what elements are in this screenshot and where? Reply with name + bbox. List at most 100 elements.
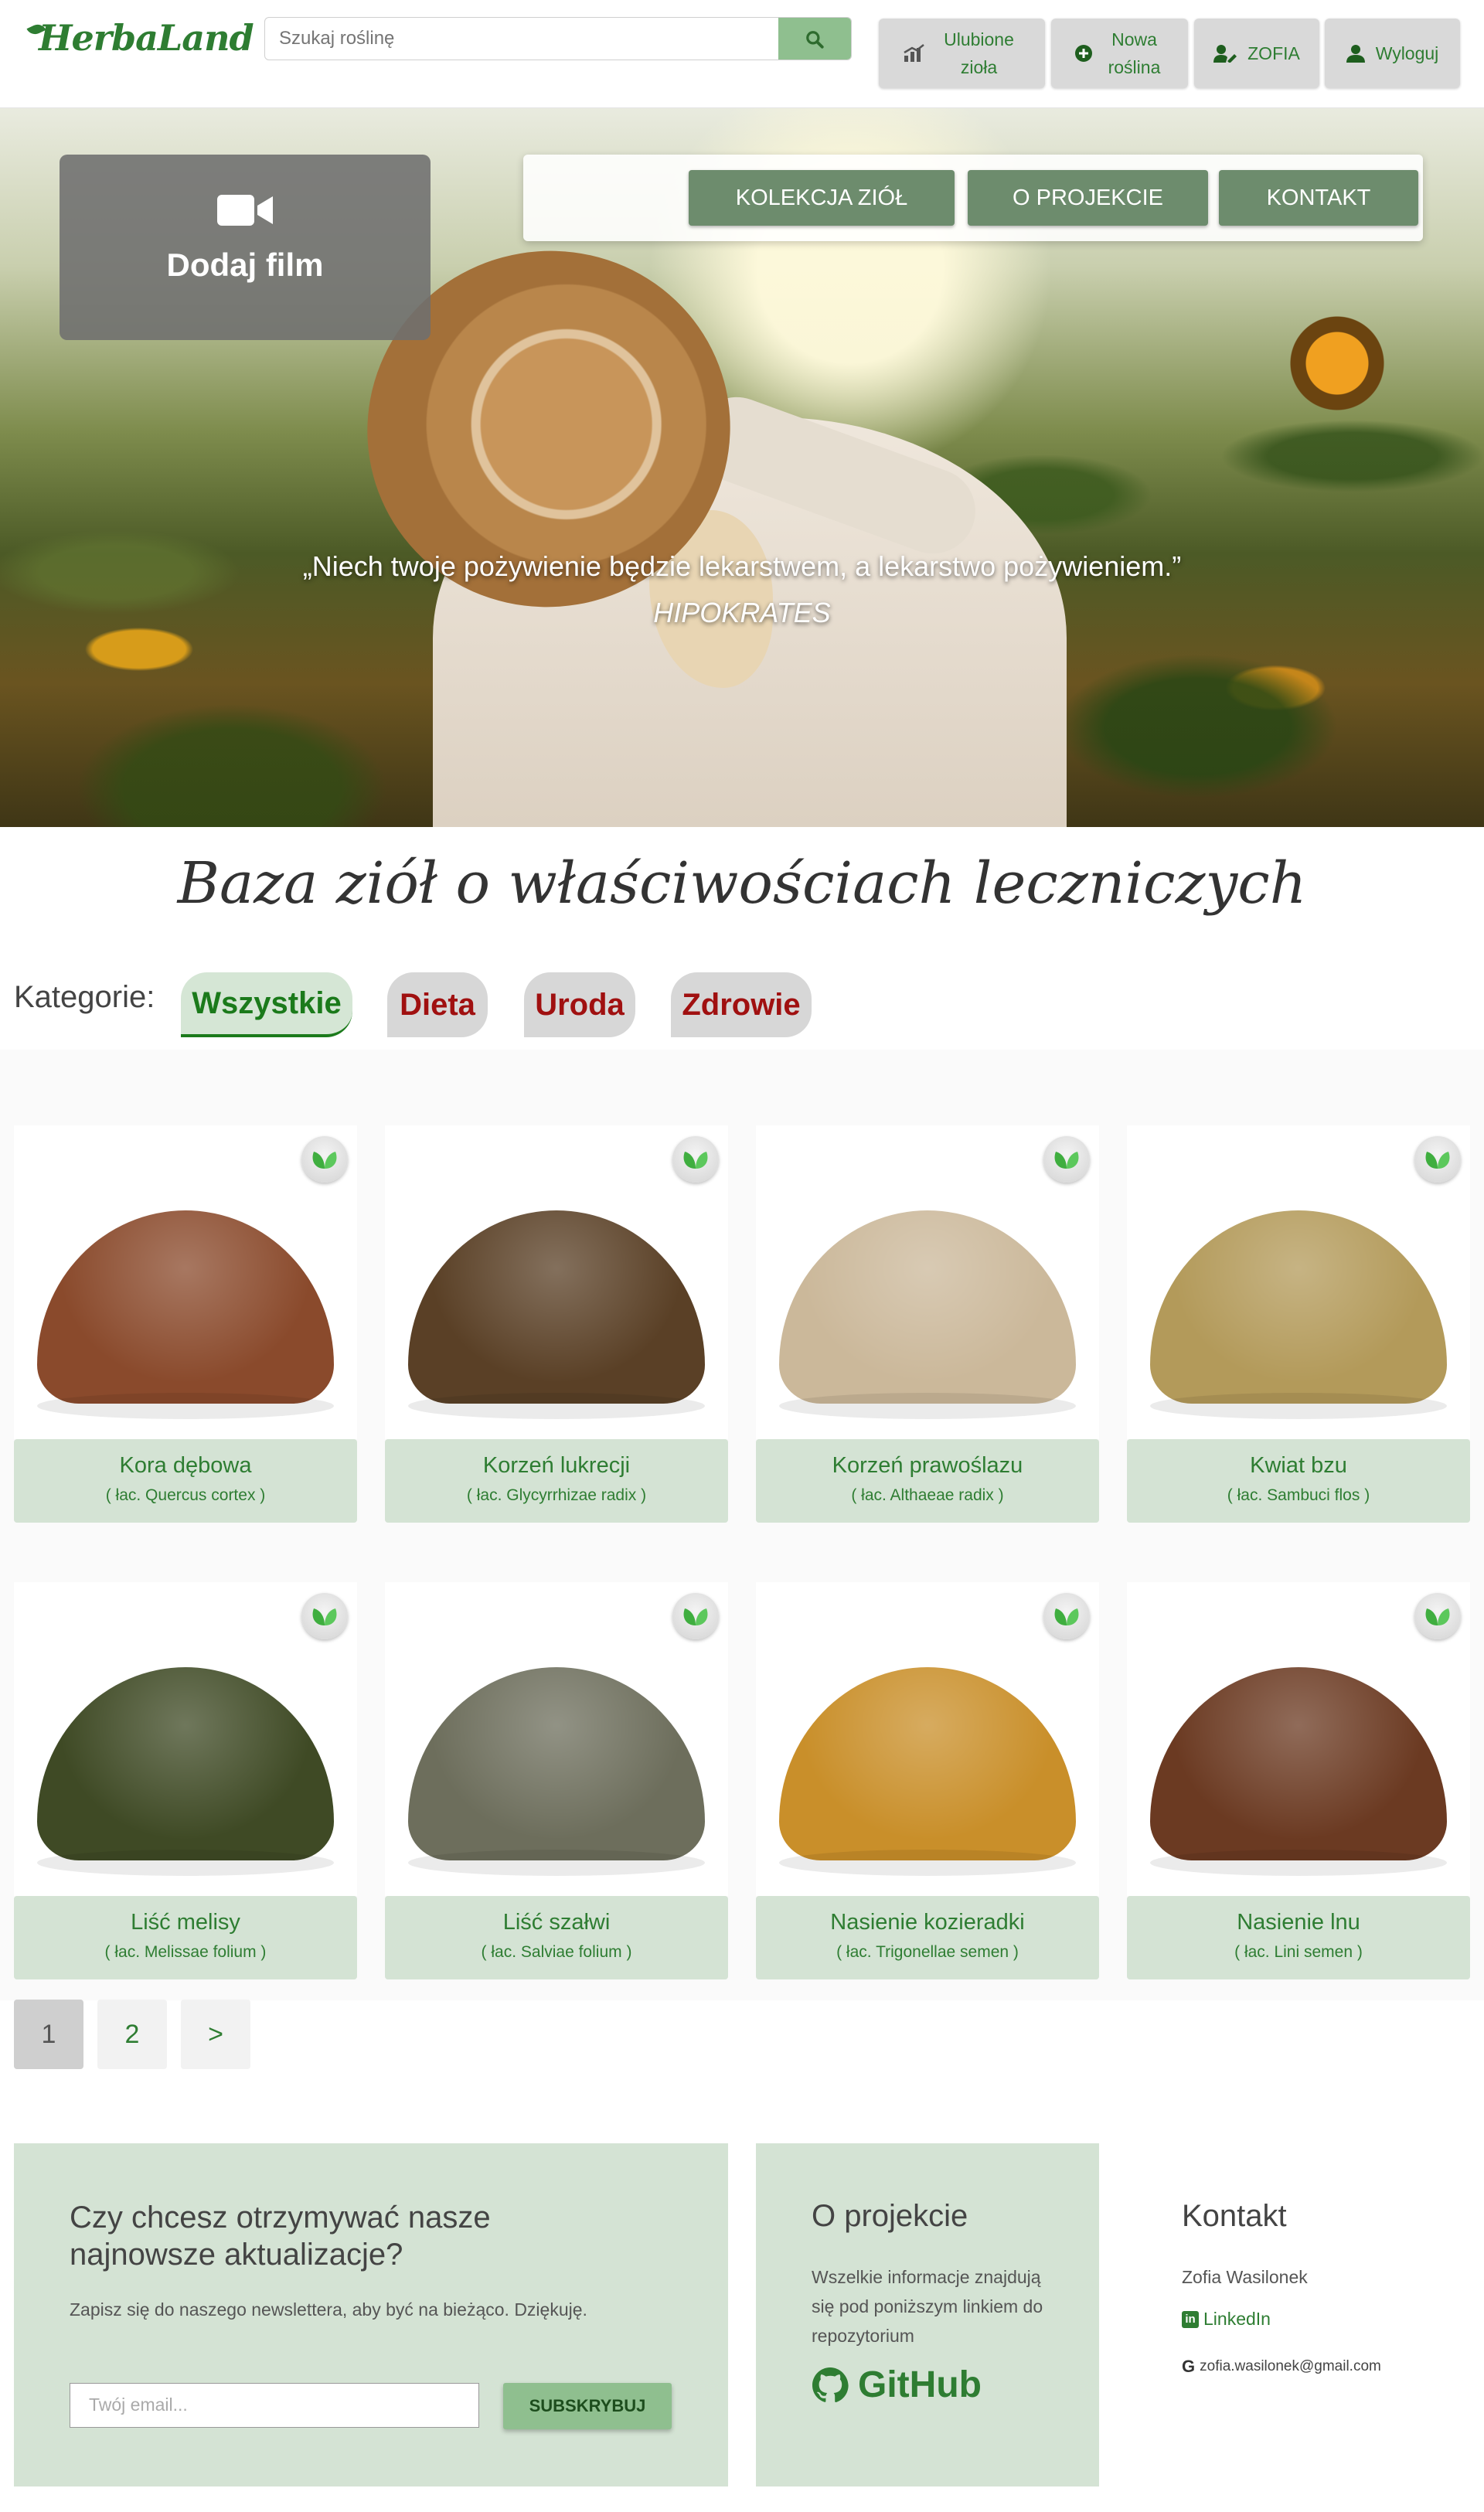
plant-image[interactable] xyxy=(1127,1582,1470,1896)
favorite-leaf-button[interactable] xyxy=(1043,1136,1090,1183)
favorite-leaf-button[interactable] xyxy=(672,1136,719,1183)
plant-info[interactable]: Kwiat bzu ( łac. Sambuci flos ) xyxy=(1127,1439,1470,1523)
search-box xyxy=(264,17,852,60)
leaf-icon xyxy=(1054,1608,1079,1625)
search-icon xyxy=(806,31,824,49)
github-icon xyxy=(812,2367,849,2402)
favorite-leaf-button[interactable] xyxy=(301,1136,348,1183)
github-link[interactable]: GitHub xyxy=(812,2364,982,2406)
hero-quote: „Niech twoje pożywienie będzie lekarstwe… xyxy=(302,550,1182,582)
hero-quote-author: HIPOKRATES xyxy=(653,597,831,628)
search-input[interactable] xyxy=(265,18,775,60)
favorite-leaf-button[interactable] xyxy=(1043,1593,1090,1639)
plant-latin-name: ( łac. Salviae folium ) xyxy=(481,1943,632,1961)
linkedin-icon: in xyxy=(1182,2310,1199,2328)
plant-name: Korzeń lukrecji xyxy=(482,1453,631,1478)
user-label: ZOFIA xyxy=(1247,43,1300,63)
chart-icon xyxy=(903,44,924,62)
plant-card[interactable]: Liść szałwi ( łac. Salviae folium ) xyxy=(385,1582,728,1979)
plant-image[interactable] xyxy=(385,1125,728,1439)
plant-card[interactable]: Nasienie lnu ( łac. Lini semen ) xyxy=(1127,1582,1470,1979)
plant-image[interactable] xyxy=(385,1582,728,1896)
leaf-icon xyxy=(312,1608,337,1625)
plant-name: Korzeń prawoślazu xyxy=(832,1453,1023,1478)
page-2-button[interactable]: 2 xyxy=(97,2000,167,2069)
plant-latin-name: ( łac. Lini semen ) xyxy=(1234,1943,1363,1961)
category-health[interactable]: Zdrowie xyxy=(671,972,812,1037)
plant-latin-name: ( łac. Glycyrrhizae radix ) xyxy=(466,1486,647,1504)
plant-image[interactable] xyxy=(14,1582,357,1896)
leaf-icon xyxy=(1425,1152,1450,1169)
plant-card[interactable]: Nasienie kozieradki ( łac. Trigonellae se… xyxy=(756,1582,1099,1979)
new-plant-button[interactable]: Nowa roślina xyxy=(1051,19,1188,88)
herb-heap-image xyxy=(408,1210,705,1419)
plus-circle-icon xyxy=(1074,45,1092,62)
nav-contact[interactable]: KONTAKT xyxy=(1219,170,1418,226)
plant-name: Kora dębowa xyxy=(119,1453,252,1478)
nav-about-project[interactable]: O PROJEKCIE xyxy=(968,170,1208,226)
plant-info[interactable]: Korzeń prawoślazu ( łac. Althaeae radix ) xyxy=(756,1439,1099,1523)
linkedin-link[interactable]: in LinkedIn xyxy=(1182,2309,1271,2330)
favorite-leaf-button[interactable] xyxy=(1414,1593,1461,1639)
category-all[interactable]: Wszystkie xyxy=(181,972,352,1037)
leaf-icon xyxy=(1425,1608,1450,1625)
logout-button[interactable]: Wyloguj xyxy=(1325,19,1460,88)
search-button[interactable] xyxy=(778,18,851,60)
nav-herb-collection[interactable]: KOLEKCJA ZIÓŁ xyxy=(689,170,955,226)
add-video-button[interactable]: Dodaj film xyxy=(60,155,431,340)
plant-latin-name: ( łac. Trigonellae semen ) xyxy=(836,1943,1019,1961)
about-text: Wszelkie informacje znajdują się pod pon… xyxy=(812,2267,1043,2346)
plant-card[interactable]: Korzeń prawoślazu ( łac. Althaeae radix ) xyxy=(756,1125,1099,1523)
plant-image[interactable] xyxy=(756,1582,1099,1896)
plant-image[interactable] xyxy=(756,1125,1099,1439)
next-page-button[interactable]: > xyxy=(181,2000,250,2069)
categories-label: Kategorie: xyxy=(14,980,155,1014)
favorite-leaf-button[interactable] xyxy=(672,1593,719,1639)
category-beauty[interactable]: Uroda xyxy=(524,972,635,1037)
contact-section: Kontakt Zofia Wasilonek in LinkedIn Gzofi… xyxy=(1126,2143,1466,2486)
plant-latin-name: ( łac. Melissae folium ) xyxy=(104,1943,267,1961)
favorite-leaf-button[interactable] xyxy=(301,1593,348,1639)
linkedin-label: LinkedIn xyxy=(1203,2309,1271,2329)
email-field[interactable]: Twój email... xyxy=(70,2383,479,2428)
plant-card[interactable]: Korzeń lukrecji ( łac. Glycyrrhizae radix… xyxy=(385,1125,728,1523)
add-video-label: Dodaj film xyxy=(166,247,324,283)
herb-heap-image xyxy=(1150,1667,1447,1876)
plant-info[interactable]: Liść szałwi ( łac. Salviae folium ) xyxy=(385,1896,728,1979)
plant-card[interactable]: Kwiat bzu ( łac. Sambuci flos ) xyxy=(1127,1125,1470,1523)
user-edit-icon xyxy=(1213,45,1237,63)
plant-image[interactable] xyxy=(1127,1125,1470,1439)
logo[interactable]: HerbaLand xyxy=(26,17,254,59)
email-link[interactable]: Gzofia.wasilonek@gmail.com xyxy=(1182,2357,1381,2377)
herb-heap-image xyxy=(1150,1210,1447,1419)
plant-image[interactable] xyxy=(14,1125,357,1439)
contact-title: Kontakt xyxy=(1182,2199,1287,2233)
user-icon xyxy=(1346,45,1365,63)
favorite-leaf-button[interactable] xyxy=(1414,1136,1461,1183)
plant-card[interactable]: Liść melisy ( łac. Melissae folium ) xyxy=(14,1582,357,1979)
logout-label: Wyloguj xyxy=(1375,43,1439,63)
plant-latin-name: ( łac. Quercus cortex ) xyxy=(105,1486,266,1504)
plant-card[interactable]: Kora dębowa ( łac. Quercus cortex ) xyxy=(14,1125,357,1523)
plant-name: Kwiat bzu xyxy=(1250,1453,1347,1478)
email-address: zofia.wasilonek@gmail.com xyxy=(1200,2358,1381,2374)
plant-name: Liść szałwi xyxy=(502,1910,611,1935)
favorites-label: Ulubione zioła xyxy=(944,29,1014,77)
category-diet[interactable]: Dieta xyxy=(387,972,488,1037)
plant-info[interactable]: Nasienie lnu ( łac. Lini semen ) xyxy=(1127,1896,1470,1979)
plant-latin-name: ( łac. Sambuci flos ) xyxy=(1227,1486,1370,1504)
leaf-icon xyxy=(1054,1152,1079,1169)
plant-info[interactable]: Liść melisy ( łac. Melissae folium ) xyxy=(14,1896,357,1979)
plant-info[interactable]: Nasienie kozieradki ( łac. Trigonellae se… xyxy=(756,1896,1099,1979)
user-button[interactable]: ZOFIA xyxy=(1194,19,1319,88)
plant-name: Liść melisy xyxy=(131,1910,240,1935)
page-1-button[interactable]: 1 xyxy=(14,2000,83,2069)
herb-heap-image xyxy=(779,1667,1076,1876)
leaf-icon xyxy=(683,1152,708,1169)
favorites-button[interactable]: Ulubione zioła xyxy=(879,19,1045,88)
plant-info[interactable]: Korzeń lukrecji ( łac. Glycyrrhizae radix… xyxy=(385,1439,728,1523)
plant-info[interactable]: Kora dębowa ( łac. Quercus cortex ) xyxy=(14,1439,357,1523)
plant-name: Nasienie lnu xyxy=(1237,1910,1360,1935)
subscribe-button[interactable]: SUBSKRYBUJ xyxy=(503,2383,672,2429)
newsletter-title: Czy chcesz otrzymywać nasze najnowsze ak… xyxy=(70,2201,491,2272)
